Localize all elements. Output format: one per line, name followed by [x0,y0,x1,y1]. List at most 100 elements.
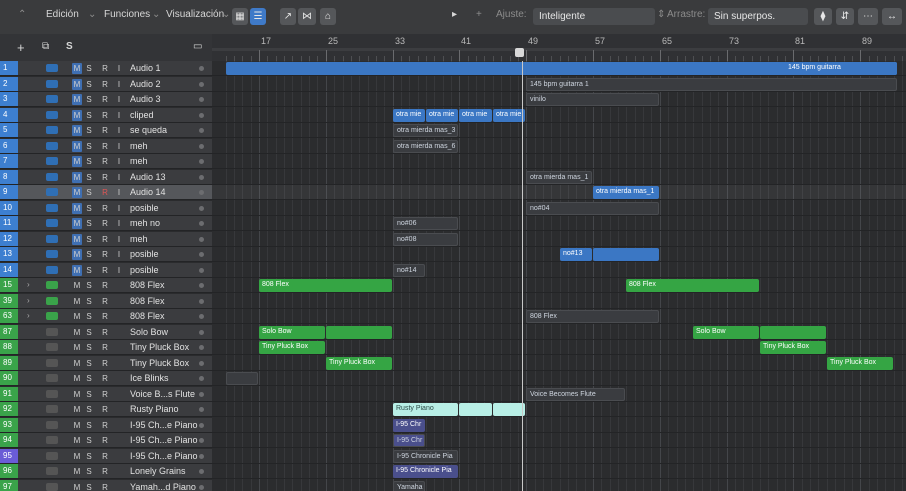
record-enable-button[interactable]: R [100,404,110,415]
track-lane[interactable] [212,108,906,123]
input-monitor-button[interactable]: I [114,234,124,245]
track-header[interactable]: 92 M S R Rusty Piano [0,402,212,417]
track-header[interactable]: 96 M S R Lonely Grains [0,464,212,479]
vertical-zoom-icon[interactable]: ⇵ [836,8,854,25]
volume-dot[interactable] [199,237,204,242]
record-enable-button[interactable]: R [100,265,110,276]
add-track-icon[interactable]: + [17,40,25,55]
volume-dot[interactable] [199,113,204,118]
solo-button[interactable]: S [84,435,94,446]
record-enable-button[interactable]: R [100,94,110,105]
solo-button[interactable]: S [84,234,94,245]
mute-button[interactable]: M [72,187,82,198]
disclosure-triangle-icon[interactable]: › [27,309,30,323]
input-monitor-button[interactable]: I [114,110,124,121]
mute-button[interactable]: M [72,249,82,260]
region[interactable]: I-95 Chronicle Pia [393,465,458,478]
record-enable-button[interactable]: R [100,342,110,353]
region[interactable]: otra mie [459,109,492,122]
track-lane[interactable] [212,480,906,491]
record-enable-button[interactable]: R [100,451,110,462]
ruler[interactable]: 17 25 33 41 49 57 65 73 81 89 [212,34,906,62]
list-view-icon[interactable]: ☰ [250,8,266,25]
pencil-tool-icon[interactable]: + [476,9,482,20]
track-lane[interactable] [212,433,906,448]
solo-button[interactable]: S [84,94,94,105]
region[interactable]: no#06 [393,217,458,230]
volume-dot[interactable] [199,299,204,304]
track-header[interactable]: 63 › M S R 808 Flex [0,309,212,324]
global-tracks-icon[interactable]: ▭ [193,41,202,52]
volume-dot[interactable] [199,221,204,226]
track-header[interactable]: 39 › M S R 808 Flex [0,294,212,309]
region[interactable]: Solo Bow [693,326,759,339]
mute-button[interactable]: M [72,466,82,477]
record-enable-button[interactable]: R [100,125,110,136]
mute-button[interactable]: M [72,342,82,353]
track-header[interactable]: 2 M S R I Audio 2 [0,77,212,92]
volume-dot[interactable] [199,128,204,133]
solo-button[interactable]: S [84,342,94,353]
region[interactable]: otra mie [426,109,458,122]
volume-dot[interactable] [199,175,204,180]
region[interactable]: 808 Flex [626,279,759,292]
volume-dot[interactable] [199,190,204,195]
solo-button[interactable]: S [84,311,94,322]
record-enable-button[interactable]: R [100,280,110,291]
s-icon[interactable]: S [66,41,73,52]
mute-button[interactable]: M [72,296,82,307]
mute-button[interactable]: M [72,110,82,121]
track-header[interactable]: 95 M S R I-95 Ch...e Piano [0,449,212,464]
region[interactable] [493,403,525,416]
volume-dot[interactable] [199,268,204,273]
region[interactable]: 145 bpm guitarra [785,62,897,75]
mute-button[interactable]: M [72,141,82,152]
region[interactable]: Tiny Pluck Box [259,341,325,354]
arrange-area[interactable]: 145 bpm guitarra 145 bpm guitarra 1 vinilo… [212,61,906,491]
record-enable-button[interactable]: R [100,327,110,338]
track-lane[interactable] [212,185,906,200]
track-lane[interactable] [212,371,906,386]
mute-button[interactable]: M [72,435,82,446]
playhead-handle[interactable] [515,48,524,57]
solo-button[interactable]: S [84,187,94,198]
mute-button[interactable]: M [72,311,82,322]
track-header[interactable]: 14 M S R Iposible [0,263,212,278]
region[interactable]: Yamaha [393,481,425,491]
region[interactable]: otra mierda mas_6 [393,140,458,153]
volume-dot[interactable] [199,423,204,428]
track-lane[interactable] [212,356,906,371]
solo-button[interactable]: S [84,466,94,477]
catch-icon[interactable]: ⌂ [320,8,336,25]
region[interactable]: 145 bpm guitarra 1 [526,78,897,91]
mute-button[interactable]: M [72,327,82,338]
input-monitor-button[interactable]: I [114,218,124,229]
track-header[interactable]: 89 M S R Tiny Pluck Box [0,356,212,371]
region[interactable] [593,248,659,261]
record-enable-button[interactable]: R [100,420,110,431]
waveform-zoom-icon[interactable]: ⧫ [814,8,832,25]
track-header[interactable]: 93 M S R I-95 Ch...e Piano [0,418,212,433]
snap-select[interactable]: Inteligente [533,8,655,25]
solo-button[interactable]: S [84,358,94,369]
solo-button[interactable]: S [84,280,94,291]
volume-dot[interactable] [199,407,204,412]
track-lane[interactable] [212,449,906,464]
region[interactable] [326,326,392,339]
solo-button[interactable]: S [84,141,94,152]
track-header[interactable]: 97 M S R Yamah...d Piano [0,480,212,491]
record-enable-button[interactable]: R [100,311,110,322]
region[interactable]: I-95 Chr [393,434,425,447]
menu-edit[interactable]: Edición [46,9,79,20]
input-monitor-button[interactable]: I [114,156,124,167]
record-enable-button[interactable]: R [100,466,110,477]
duplicate-track-icon[interactable]: ⧉ [42,41,49,52]
track-lane[interactable] [212,402,906,417]
record-enable-button[interactable]: R [100,296,110,307]
track-header[interactable]: 10 M S R Iposible [0,201,212,216]
track-lane[interactable] [212,123,906,138]
solo-button[interactable]: S [84,249,94,260]
region[interactable]: Tiny Pluck Box [760,341,826,354]
record-enable-button[interactable]: R [100,172,110,183]
solo-button[interactable]: S [84,172,94,183]
